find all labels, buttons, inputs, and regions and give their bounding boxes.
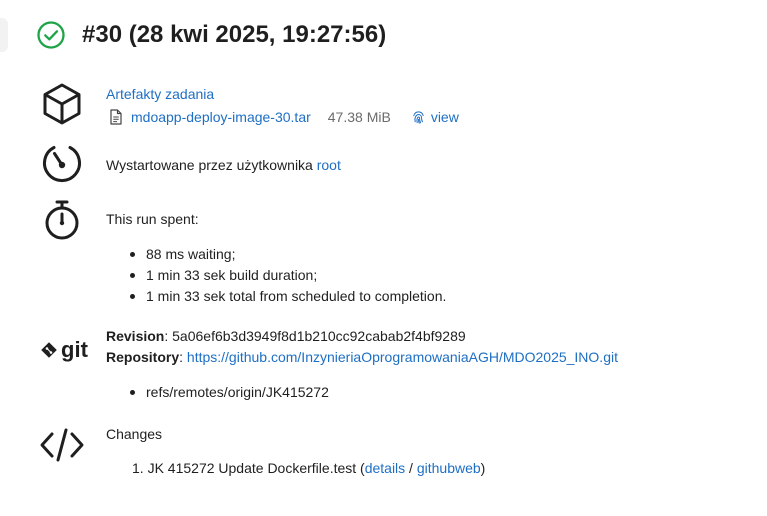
started-by-label: Wystartowane przez użytkownika <box>106 157 317 173</box>
refs-list: refs/remotes/origin/JK415272 <box>128 382 329 403</box>
repository-line: Repository: https://github.com/Inzynieri… <box>106 347 618 367</box>
git-logo-text: git <box>61 337 88 362</box>
githubweb-link[interactable]: githubweb <box>417 460 481 476</box>
artifacts-link[interactable]: Artefakty zadania <box>106 84 214 104</box>
artifact-row: mdoapp-deploy-image-30.tar 47.38 MiB vie… <box>109 107 459 127</box>
artifact-file-link[interactable]: mdoapp-deploy-image-30.tar <box>131 107 311 127</box>
change-item: 1. JK 415272 Update Dockerfile.test (det… <box>132 458 485 478</box>
details-link[interactable]: details <box>365 460 405 476</box>
change-text: JK 415272 Update Dockerfile.test ( <box>147 460 365 476</box>
check-circle-icon <box>37 21 65 49</box>
view-link[interactable]: view <box>431 107 459 127</box>
package-cube-icon <box>38 80 86 128</box>
started-by-text: Wystartowane przez użytkownika root <box>106 155 341 175</box>
ref-item: refs/remotes/origin/JK415272 <box>128 382 329 403</box>
build-header: #30 (28 kwi 2025, 19:27:56) <box>36 18 386 52</box>
timing-item: 88 ms waiting; <box>128 244 446 265</box>
user-link[interactable]: root <box>317 157 341 173</box>
page-title: #30 (28 kwi 2025, 19:27:56) <box>82 21 387 48</box>
repository-label: Repository <box>106 349 180 365</box>
change-number: 1. <box>132 460 144 476</box>
document-icon <box>110 109 122 125</box>
code-brackets-icon <box>38 421 86 469</box>
revision-value: : 5a06ef6b3d3949f8d1b210cc92cabab2f4bf92… <box>164 328 466 344</box>
gauge-icon <box>38 139 86 187</box>
repository-separator: : <box>179 349 187 365</box>
side-panel-edge <box>0 18 8 52</box>
revision-label: Revision <box>106 328 165 344</box>
changes-heading: Changes <box>106 426 163 442</box>
timing-heading: This run spent: <box>106 211 199 227</box>
timing-list: 88 ms waiting; 1 min 33 sek build durati… <box>128 244 446 307</box>
change-close: ) <box>480 460 486 476</box>
stopwatch-icon <box>38 196 86 244</box>
timing-item: 1 min 33 sek total from scheduled to com… <box>128 286 446 307</box>
git-logo-icon: git <box>38 326 90 374</box>
change-separator: / <box>405 460 417 476</box>
revision-line: Revision: 5a06ef6b3d3949f8d1b210cc92caba… <box>106 326 466 346</box>
timing-item: 1 min 33 sek build duration; <box>128 265 446 286</box>
artifact-file-size: 47.38 MiB <box>327 109 391 125</box>
fingerprint-icon <box>413 111 424 124</box>
repository-link[interactable]: https://github.com/InzynieriaOprogramowa… <box>187 349 618 365</box>
